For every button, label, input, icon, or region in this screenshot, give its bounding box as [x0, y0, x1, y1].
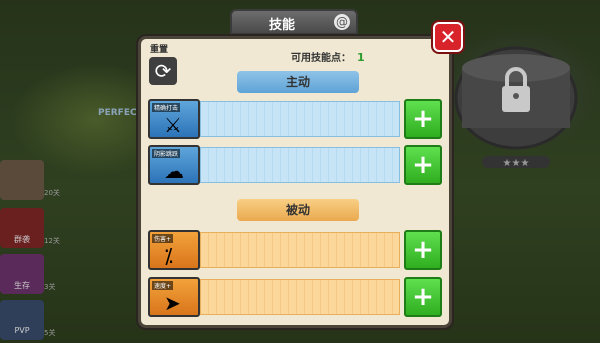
- skill-row: 伤害+ ⁒ +: [148, 230, 442, 270]
- skill-points-value: 1: [357, 51, 365, 64]
- skill-name: 阴影跳跃: [152, 149, 181, 158]
- close-icon: ✕: [439, 25, 457, 49]
- side-mode-button-1[interactable]: [0, 160, 44, 200]
- sword-percent-icon: ⁒: [164, 244, 173, 268]
- sword-icon: ⚔: [164, 113, 182, 137]
- side-mode-button-2[interactable]: 群袭: [0, 208, 44, 248]
- panel-title: 技能: [268, 18, 295, 33]
- reset-label: 重置: [150, 45, 169, 55]
- swirl-icon: @: [334, 14, 350, 30]
- refresh-icon: ⟳: [154, 59, 172, 83]
- skill-name: 伤害+: [152, 234, 174, 243]
- locked-arena-image: ★★★: [454, 46, 578, 168]
- skill-level-bar: [200, 147, 400, 183]
- passive-section-header: 被动: [237, 199, 359, 221]
- skill-level-bar: [200, 279, 400, 315]
- upgrade-skill-button[interactable]: +: [404, 99, 442, 139]
- skill-points-label: 可用技能点：: [291, 53, 351, 64]
- title-tab: 技能 @: [230, 9, 358, 35]
- skill-icon-button[interactable]: 精确打击 ⚔: [148, 99, 200, 139]
- skill-icon-button[interactable]: 速度+ ➤: [148, 277, 200, 317]
- close-button[interactable]: ✕: [433, 22, 463, 52]
- side-mode-button-4[interactable]: PVP: [0, 300, 44, 340]
- side-mode-lock-text: 5关: [44, 329, 56, 337]
- skill-points: 可用技能点： 1: [291, 49, 365, 64]
- perfect-label: PERFECT: [98, 108, 143, 118]
- upgrade-skill-button[interactable]: +: [404, 145, 442, 185]
- skill-icon-button[interactable]: 伤害+ ⁒: [148, 230, 200, 270]
- side-mode-lock-text: 12关: [44, 237, 60, 245]
- skill-row: 阴影跳跃 ☁ +: [148, 145, 442, 185]
- smoke-icon: ☁: [164, 159, 184, 183]
- svg-text:★★★: ★★★: [503, 158, 530, 168]
- skill-name: 精确打击: [152, 103, 181, 112]
- side-mode-lock-text: 3关: [44, 283, 56, 291]
- skill-row: 速度+ ➤ +: [148, 277, 442, 317]
- skills-panel: 重置 ⟳ 可用技能点： 1 主动 精确打击 ⚔ + 阴影跳跃 ☁ + 被动 伤害+…: [138, 36, 452, 328]
- skill-icon-button[interactable]: 阴影跳跃 ☁: [148, 145, 200, 185]
- skill-row: 精确打击 ⚔ +: [148, 99, 442, 139]
- upgrade-skill-button[interactable]: +: [404, 277, 442, 317]
- running-man-icon: ➤: [164, 291, 181, 315]
- reset-button[interactable]: ⟳: [149, 57, 177, 85]
- upgrade-skill-button[interactable]: +: [404, 230, 442, 270]
- skill-level-bar: [200, 232, 400, 268]
- skill-level-bar: [200, 101, 400, 137]
- side-mode-button-3[interactable]: 生存: [0, 254, 44, 294]
- skill-name: 速度+: [152, 281, 174, 290]
- side-mode-lock-text: 20关: [44, 189, 60, 197]
- side-mode-label: PVP: [14, 326, 30, 335]
- active-section-header: 主动: [237, 71, 359, 93]
- side-mode-label: 生存: [14, 281, 30, 290]
- side-mode-label: 群袭: [14, 235, 30, 244]
